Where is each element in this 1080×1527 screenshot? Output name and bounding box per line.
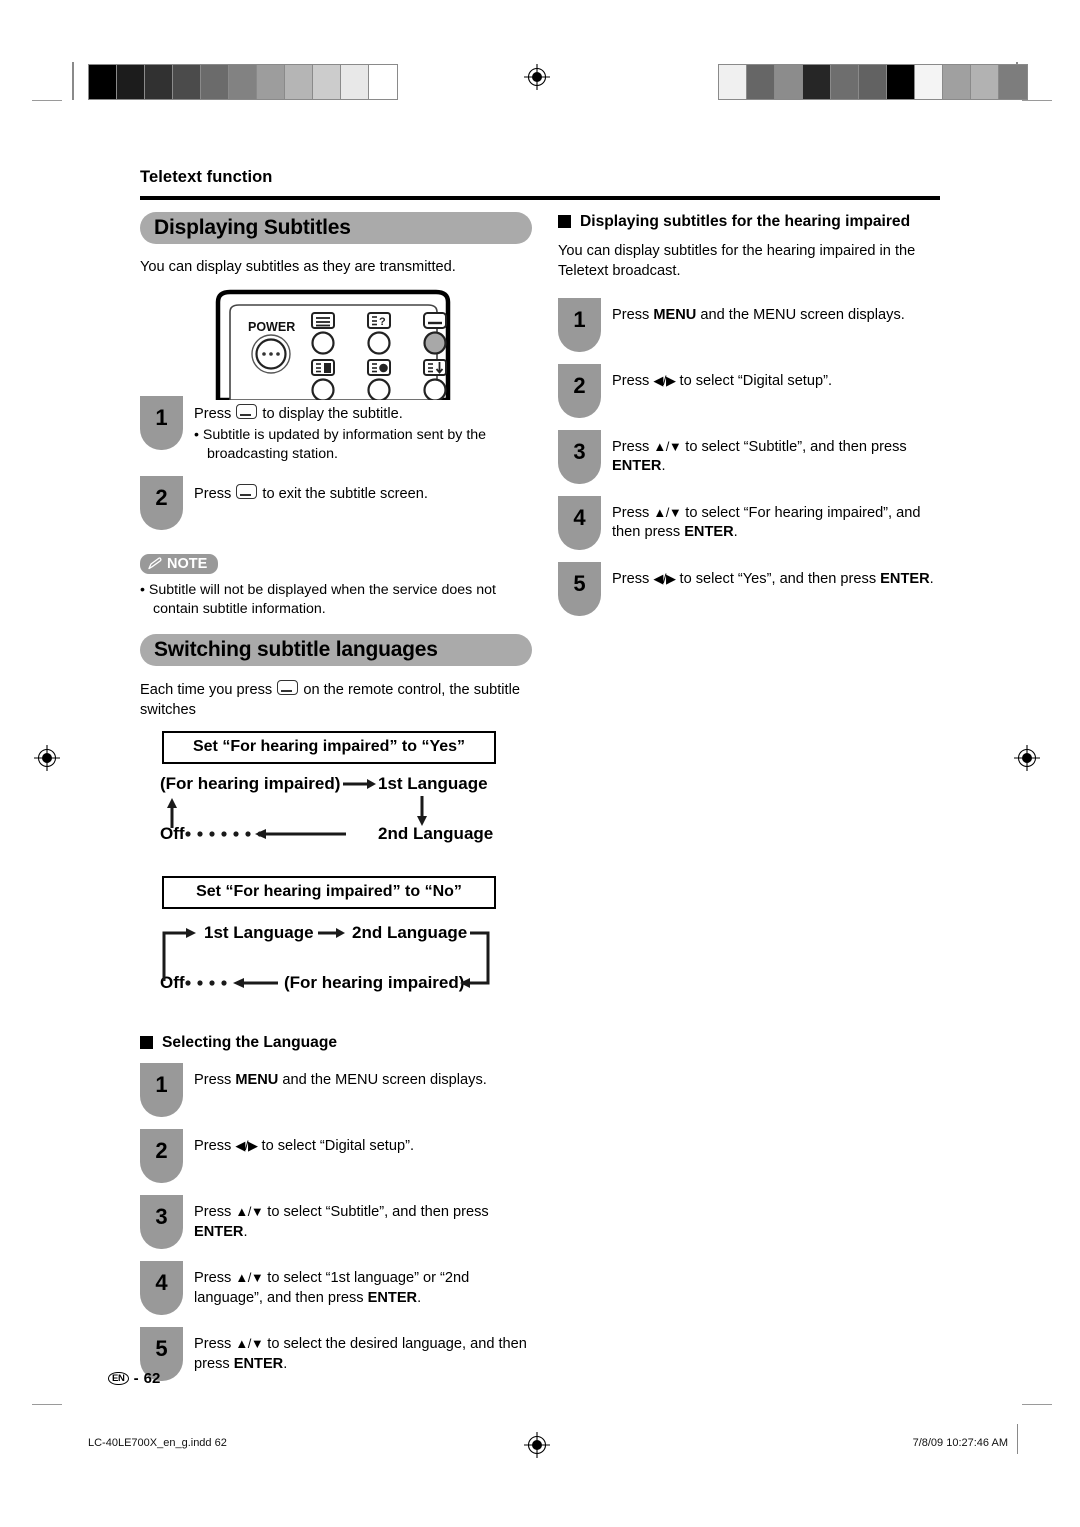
subtitle-key-icon — [236, 483, 258, 499]
svg-text:?: ? — [379, 316, 386, 328]
step-item: 4 Press ▲/▼ to select “1st language” or … — [140, 1260, 532, 1315]
emphasis-key-label: ENTER — [880, 570, 930, 587]
step-number-badge: 3 — [558, 429, 601, 484]
step-item: 1 Press MENU and the MENU screen display… — [558, 297, 950, 352]
note-label: NOTE — [167, 555, 208, 572]
step-text-before: Press — [194, 405, 236, 422]
step-item: 2 Press ◀/▶ to select “Digital setup”. — [558, 363, 950, 418]
note-item: • Subtitle will not be displayed when th… — [140, 581, 496, 617]
footer-timestamp: 7/8/09 10:27:46 AM — [912, 1437, 1008, 1449]
step-subtext: • Subtitle is updated by information sen… — [194, 427, 487, 463]
step-text: Press ◀/▶ to select “Digital setup”. — [612, 372, 833, 389]
remote-control-illustration: POWER ? — [140, 288, 532, 402]
emphasis-key-label: ENTER — [233, 1355, 284, 1372]
page-number: EN - 62 — [108, 1370, 160, 1387]
step-text: Press ▲/▼ to select “For hearing impaire… — [612, 504, 921, 541]
step-item: 2 Press ◀/▶ to select “Digital setup”. — [140, 1128, 532, 1183]
section-heading-switching-subtitle-languages: Switching subtitle languages — [140, 634, 532, 667]
step-item: 4 Press ▲/▼ to select “For hearing impai… — [558, 495, 950, 550]
step-text: Press ▲/▼ to select the desired language… — [194, 1335, 527, 1372]
left-column: Displaying Subtitles You can display sub… — [140, 212, 532, 1393]
subheading-label: Selecting the Language — [162, 1033, 338, 1051]
subheading-label: Displaying subtitles for the hearing imp… — [580, 213, 911, 230]
subheading-selecting-the-language: Selecting the Language — [140, 1033, 532, 1053]
running-head: Teletext function — [140, 168, 273, 186]
step-number-badge: 4 — [558, 495, 601, 550]
step-text-after: to exit the subtitle screen. — [258, 485, 428, 502]
step-text: Press ▲/▼ to select “1st language” or “2… — [194, 1269, 470, 1306]
step-number-badge: 2 — [558, 363, 601, 418]
intro-before: Each time you press — [140, 682, 277, 699]
step-item: 5 Press ▲/▼ to select the desired langua… — [140, 1326, 532, 1381]
switching-languages-intro: Each time you press on the remote contro… — [140, 680, 532, 720]
step-text-after: to display the subtitle. — [258, 405, 403, 422]
note-badge: NOTE — [140, 553, 219, 574]
step-text: Press MENU and the MENU screen displays. — [612, 306, 905, 323]
emphasis-key-label: MENU — [235, 1071, 279, 1088]
subheading-displaying-subtitles-hearing-impaired: Displaying subtitles for the hearing imp… — [558, 212, 918, 232]
step-number-badge: 1 — [558, 297, 601, 352]
step-item: 3 Press ▲/▼ to select “Subtitle”, and th… — [140, 1194, 532, 1249]
emphasis-key-label: ENTER — [367, 1289, 418, 1306]
flow-arrows-yes — [167, 778, 427, 839]
flow-header-no: Set “For hearing impaired” to “No” — [162, 875, 496, 909]
flow-header-yes: Set “For hearing impaired” to “Yes” — [162, 730, 496, 764]
flow-diagram-no: 1st Language 2nd Language Off (For heari… — [140, 919, 532, 1019]
step-text: Press to display the subtitle. • Subtitl… — [194, 396, 532, 464]
step-text: Press MENU and the MENU screen displays. — [194, 1071, 487, 1088]
page-number-value: 62 — [143, 1370, 161, 1387]
displaying-subtitles-intro: You can display subtitles as they are tr… — [140, 259, 456, 275]
step-text: Press ▲/▼ to select “Subtitle”, and then… — [612, 438, 907, 475]
flow-diagram-yes: (For hearing impaired) 1st Language Off … — [140, 770, 532, 870]
step-text: Press ▲/▼ to select “Subtitle”, and then… — [194, 1203, 489, 1240]
direction-arrows-icon: ▲/▼ — [235, 1335, 264, 1351]
header-rule — [140, 196, 940, 200]
svg-text:POWER: POWER — [248, 320, 295, 334]
direction-arrows-icon: ▲/▼ — [653, 504, 682, 520]
direction-arrows-icon: ◀/▶ — [653, 372, 676, 388]
manual-page: Teletext function Displaying Subtitles Y… — [0, 0, 1080, 1527]
direction-arrows-icon: ▲/▼ — [235, 1203, 264, 1219]
hearing-impaired-intro: You can display subtitles for the hearin… — [558, 243, 916, 279]
emphasis-key-label: MENU — [653, 306, 697, 323]
step-number-badge: 5 — [558, 561, 601, 616]
language-code-badge: EN — [108, 1371, 129, 1386]
step-text-before: Press — [194, 485, 236, 502]
black-square-bullet-icon — [140, 1035, 153, 1049]
subtitle-key-icon — [236, 403, 258, 419]
step-number-badge: 2 — [140, 475, 183, 530]
footer-divider — [1017, 1424, 1018, 1454]
pencil-icon — [148, 557, 162, 569]
page-separator: - — [133, 1370, 139, 1387]
right-column: Displaying subtitles for the hearing imp… — [558, 212, 950, 628]
direction-arrows-icon: ◀/▶ — [653, 570, 676, 586]
section-heading-displaying-subtitles: Displaying Subtitles — [140, 212, 532, 244]
emphasis-key-label: ENTER — [194, 1223, 244, 1240]
step-text: Press ◀/▶ to select “Digital setup”. — [194, 1137, 415, 1154]
step-number-badge: 3 — [140, 1194, 183, 1249]
direction-arrows-icon: ▲/▼ — [653, 438, 682, 454]
step-item: 1 Press MENU and the MENU screen display… — [140, 1062, 532, 1117]
footer-file-name: LC-40LE700X_en_g.indd 62 — [88, 1437, 227, 1449]
step-item: 3 Press ▲/▼ to select “Subtitle”, and th… — [558, 429, 950, 484]
step-number-badge: 4 — [140, 1260, 183, 1315]
direction-arrows-icon: ▲/▼ — [235, 1269, 264, 1285]
step-item: 2 Press to exit the subtitle screen. — [140, 475, 532, 530]
step-item: 5 Press ◀/▶ to select “Yes”, and then pr… — [558, 561, 950, 616]
subtitle-key-icon — [277, 680, 299, 696]
black-square-bullet-icon — [558, 215, 571, 228]
step-text: Press to exit the subtitle screen. — [194, 476, 532, 505]
step-number-badge: 1 — [140, 395, 183, 450]
emphasis-key-label: ENTER — [612, 458, 662, 475]
direction-arrows-icon: ◀/▶ — [235, 1137, 258, 1153]
step-number-badge: 2 — [140, 1128, 183, 1183]
emphasis-key-label: ENTER — [684, 524, 734, 541]
step-text: Press ◀/▶ to select “Yes”, and then pres… — [612, 570, 934, 587]
step-number-badge: 1 — [140, 1062, 183, 1117]
flow-arrows-no — [162, 927, 490, 988]
step-item: 1 Press to display the subtitle. • Subti… — [140, 395, 532, 464]
